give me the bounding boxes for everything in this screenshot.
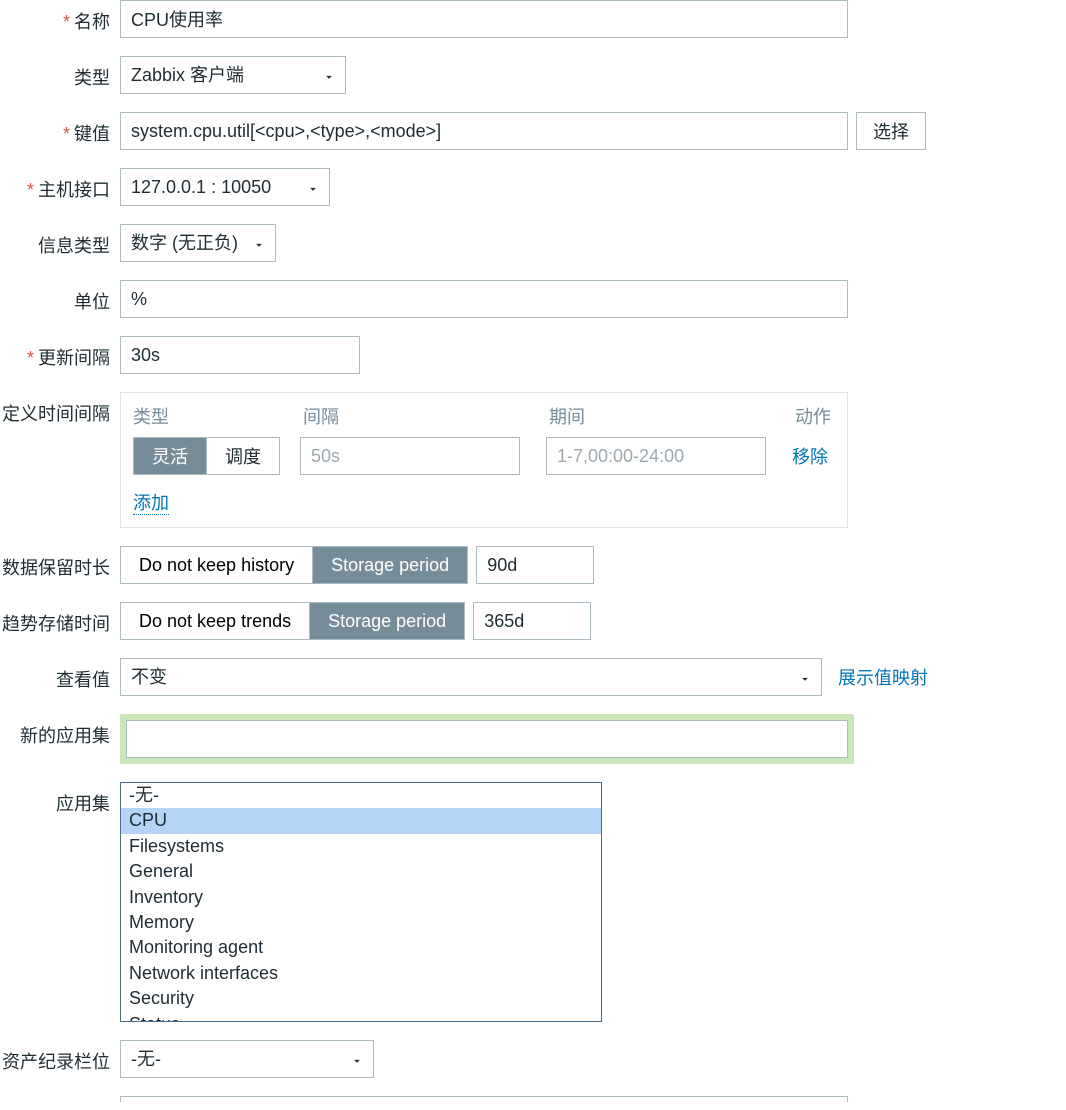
label-key: *键值 (0, 112, 120, 146)
host-interface-select[interactable]: 127.0.0.1 : 10050 (120, 168, 330, 206)
interval-period-input[interactable] (546, 437, 766, 475)
label-host-interface: *主机接口 (0, 168, 120, 202)
applications-listbox[interactable]: -无-CPUFilesystemsGeneralInventoryMemoryM… (120, 782, 602, 1022)
show-value-mappings-link[interactable]: 展示值映射 (838, 664, 928, 690)
interval-header-type: 类型 (133, 403, 303, 429)
key-input[interactable] (120, 112, 848, 150)
application-option[interactable]: Memory (121, 910, 601, 935)
label-history: 数据保留时长 (0, 546, 120, 580)
label-update-interval: *更新间隔 (0, 336, 120, 370)
interval-header-interval: 间隔 (303, 403, 549, 429)
application-option[interactable]: Security (121, 986, 601, 1011)
trends-storage-button[interactable]: Storage period (309, 603, 464, 639)
custom-intervals-box: 类型 间隔 期间 动作 灵活 调度 移除 添加 (120, 392, 848, 528)
label-trends: 趋势存储时间 (0, 602, 120, 636)
application-option[interactable]: CPU (121, 808, 601, 833)
info-type-select[interactable]: 数字 (无正负) (120, 224, 276, 262)
trends-no-keep-button[interactable]: Do not keep trends (121, 603, 309, 639)
type-select[interactable]: Zabbix 客户端 (120, 56, 346, 94)
new-application-highlight (120, 714, 854, 764)
application-option[interactable]: General (121, 859, 601, 884)
update-interval-input[interactable] (120, 336, 360, 374)
trends-toggle: Do not keep trends Storage period (120, 602, 465, 640)
interval-scheduling-button[interactable]: 调度 (206, 438, 279, 474)
interval-type-toggle: 灵活 调度 (133, 437, 280, 475)
application-option[interactable]: -无- (121, 783, 601, 808)
inventory-field-select[interactable]: -无- (120, 1040, 374, 1078)
interval-header-action: 动作 (795, 403, 831, 429)
label-inventory-field: 资产纪录栏位 (0, 1040, 120, 1074)
history-toggle: Do not keep history Storage period (120, 546, 468, 584)
interval-delay-input[interactable] (300, 437, 520, 475)
label-cutoff (0, 1096, 120, 1104)
name-input[interactable] (120, 0, 848, 38)
label-name: *名称 (0, 0, 120, 34)
label-applications: 应用集 (0, 782, 120, 816)
label-info-type: 信息类型 (0, 224, 120, 258)
interval-flexible-button[interactable]: 灵活 (134, 438, 206, 474)
interval-header-period: 期间 (549, 403, 795, 429)
history-no-keep-button[interactable]: Do not keep history (121, 547, 312, 583)
select-key-button[interactable]: 选择 (856, 112, 926, 150)
application-option[interactable]: Monitoring agent (121, 935, 601, 960)
label-custom-intervals: 定义时间间隔 (0, 392, 120, 426)
application-option[interactable]: Network interfaces (121, 961, 601, 986)
application-option[interactable]: Filesystems (121, 834, 601, 859)
application-option[interactable]: Inventory (121, 885, 601, 910)
trends-period-input[interactable] (473, 602, 591, 640)
label-new-application: 新的应用集 (0, 714, 120, 748)
show-value-select[interactable]: 不变 (120, 658, 822, 696)
history-storage-button[interactable]: Storage period (312, 547, 467, 583)
history-period-input[interactable] (476, 546, 594, 584)
label-show-value: 查看值 (0, 658, 120, 692)
label-units: 单位 (0, 280, 120, 314)
new-application-input[interactable] (126, 720, 848, 758)
units-input[interactable] (120, 280, 848, 318)
cutoff-input-fragment (120, 1096, 848, 1102)
label-type: 类型 (0, 56, 120, 90)
interval-remove-link[interactable]: 移除 (792, 443, 828, 469)
application-option[interactable]: Status (121, 1012, 601, 1022)
interval-add-link[interactable]: 添加 (133, 493, 169, 515)
